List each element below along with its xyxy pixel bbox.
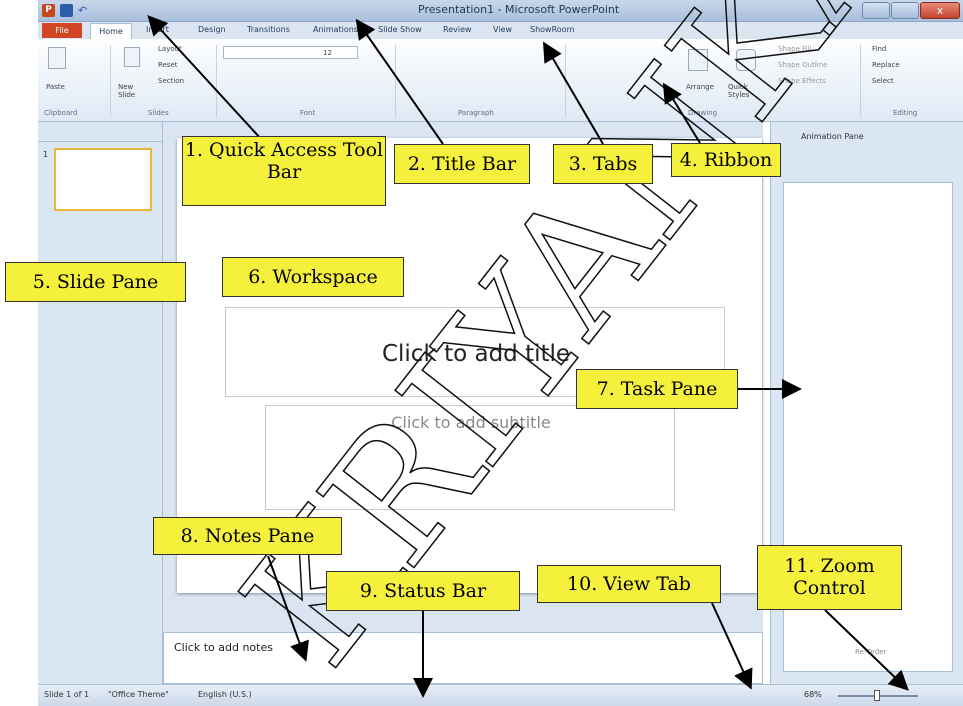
- arrow-view-tab: [711, 602, 753, 690]
- arrow-quick-access: [147, 15, 263, 141]
- arrow-zoom-control: [824, 609, 909, 691]
- callout-quick-access: 1. Quick Access Tool Bar: [182, 136, 386, 206]
- callout-workspace: 6. Workspace: [222, 257, 404, 297]
- arrow-tabs: [542, 41, 604, 145]
- callout-status-bar: 9. Status Bar: [326, 571, 520, 611]
- callout-ribbon: 4. Ribbon: [671, 143, 781, 177]
- callout-title-bar: 2. Title Bar: [394, 144, 530, 184]
- callout-zoom-control: 11. Zoom Control: [757, 545, 902, 610]
- callout-tabs: 3. Tabs: [553, 144, 653, 184]
- callout-view-tab: 10. View Tab: [537, 565, 721, 603]
- arrow-ribbon: [662, 82, 701, 144]
- arrow-notes-pane: [267, 555, 309, 662]
- callout-task-pane: 7. Task Pane: [576, 369, 738, 409]
- arrow-title-bar: [355, 18, 444, 145]
- callout-slide-pane: 5. Slide Pane: [5, 262, 186, 302]
- callout-notes-pane: 8. Notes Pane: [153, 517, 342, 555]
